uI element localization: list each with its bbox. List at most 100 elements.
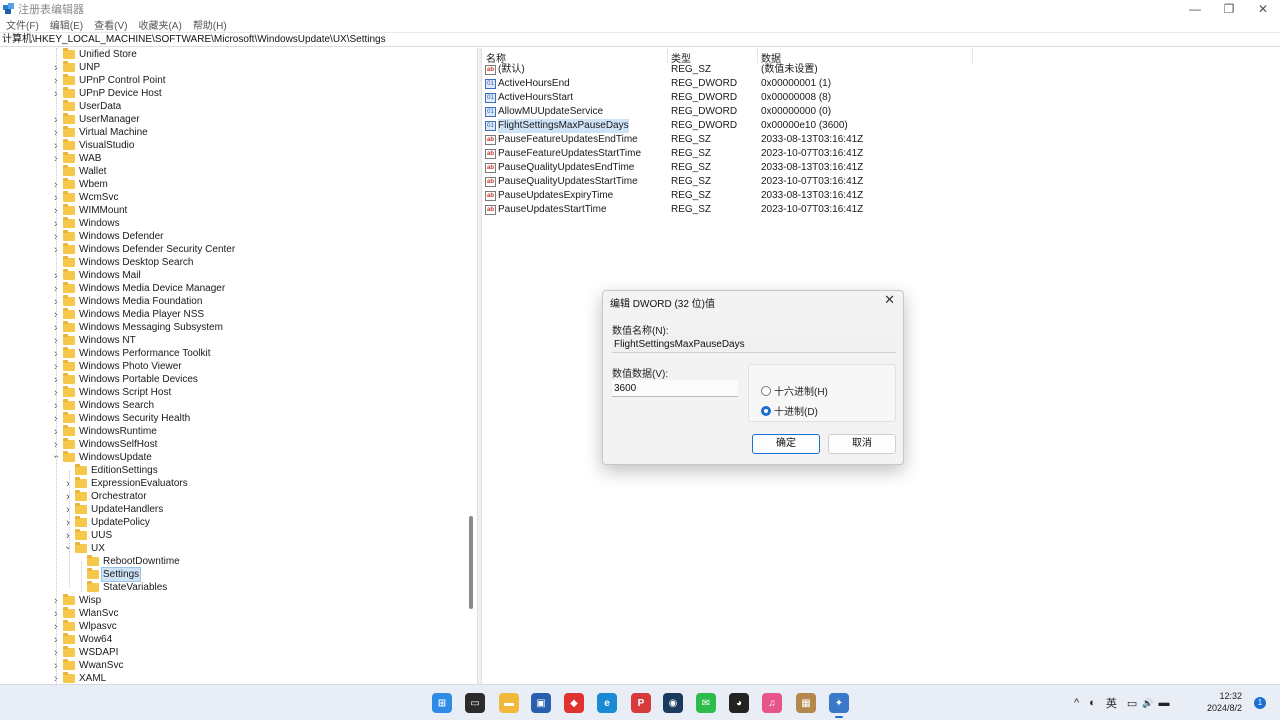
tree-item[interactable]: Windows Desktop Search xyxy=(52,256,195,269)
tree-item[interactable]: › UNP xyxy=(52,61,101,74)
tree-item-label[interactable]: StateVariables xyxy=(102,581,168,594)
app-red-diamond-icon[interactable]: ◆ xyxy=(564,693,584,713)
tree-item-label[interactable]: UUS xyxy=(90,529,113,542)
tree-item[interactable]: Settings xyxy=(76,567,142,582)
value-name[interactable]: PauseFeatureUpdatesEndTime xyxy=(498,133,638,147)
tree-item[interactable]: › Windows Defender xyxy=(52,230,164,243)
tree-item[interactable]: › Virtual Machine xyxy=(52,126,149,139)
address-bar[interactable]: 计算机\HKEY_LOCAL_MACHINE\SOFTWARE\Microsof… xyxy=(0,32,1280,47)
tree-item[interactable]: ⌄ WindowsUpdate xyxy=(52,450,153,464)
tree-item-label[interactable]: Unified Store xyxy=(78,48,138,61)
tree-item-label[interactable]: Windows Media Foundation xyxy=(78,295,203,308)
tree-item-label[interactable]: XAML xyxy=(78,672,107,684)
tree-item[interactable]: StateVariables xyxy=(76,581,168,594)
tree-item[interactable]: ⌄ UX xyxy=(64,541,106,555)
value-name[interactable]: ActiveHoursStart xyxy=(498,91,573,105)
input-language-indicator[interactable]: 英 xyxy=(1106,695,1117,711)
menu-help[interactable]: 帮助(H) xyxy=(193,17,227,32)
music-app-icon[interactable]: ♫ xyxy=(762,693,782,713)
value-row[interactable]: ab PauseQualityUpdatesStartTime REG_SZ 2023… xyxy=(482,175,1280,189)
menu-view[interactable]: 查看(V) xyxy=(94,17,127,32)
chevron-right-icon[interactable]: › xyxy=(64,517,72,528)
tree-item[interactable]: › Wbem xyxy=(52,178,109,191)
tree-item[interactable]: › Wisp xyxy=(52,594,102,607)
tree-item-label[interactable]: WAB xyxy=(78,152,102,165)
tree-item[interactable]: › Windows NT xyxy=(52,334,137,347)
tree-item-label[interactable]: Windows Mail xyxy=(78,269,142,282)
value-name[interactable]: PauseFeatureUpdatesStartTime xyxy=(498,147,641,161)
steam-icon[interactable]: ◉ xyxy=(663,693,683,713)
qq-icon[interactable]: ◕ xyxy=(729,693,749,713)
value-row[interactable]: 01 ActiveHoursEnd REG_DWORD 0x00000001 (1) xyxy=(482,77,1280,91)
value-row[interactable]: ab PauseFeatureUpdatesStartTime REG_SZ 2023… xyxy=(482,147,1280,161)
tree-item-label[interactable]: WcmSvc xyxy=(78,191,119,204)
tree-item-label[interactable]: UpdateHandlers xyxy=(90,503,164,516)
tree-item-label[interactable]: Windows xyxy=(78,217,121,230)
tree-item-label[interactable]: EditionSettings xyxy=(90,464,159,477)
tree-item-label[interactable]: Windows Defender Security Center xyxy=(78,243,236,256)
value-row[interactable]: ab PauseUpdatesStartTime REG_SZ 2023-10-07T… xyxy=(482,203,1280,217)
tree-item[interactable]: Unified Store xyxy=(52,48,138,61)
tree-item-label[interactable]: UPnP Device Host xyxy=(78,87,163,100)
tree-item-label[interactable]: Wlpasvc xyxy=(78,620,118,633)
value-row[interactable]: 01 ActiveHoursStart REG_DWORD 0x00000008 (8… xyxy=(482,91,1280,105)
menu-edit[interactable]: 编辑(E) xyxy=(50,17,83,32)
chevron-right-icon[interactable]: › xyxy=(64,504,72,515)
chevron-right-icon[interactable]: › xyxy=(64,478,72,489)
value-row[interactable]: ab (默认) REG_SZ (数值未设置) xyxy=(482,63,1280,77)
tree-item-label[interactable]: Windows Performance Toolkit xyxy=(78,347,212,360)
cancel-button[interactable]: 取消 xyxy=(828,434,896,454)
tree-item[interactable]: › Windows Performance Toolkit xyxy=(52,347,212,360)
tree-item[interactable]: › Windows Portable Devices xyxy=(52,373,199,386)
tree-item-label[interactable]: UserData xyxy=(78,100,122,113)
dialog-close-button[interactable]: ✕ xyxy=(884,292,895,308)
value-data-input[interactable]: 3600 xyxy=(612,380,738,397)
package-icon[interactable]: ▦ xyxy=(796,693,816,713)
value-row[interactable]: ab PauseQualityUpdatesEndTime REG_SZ 2033-0… xyxy=(482,161,1280,175)
tree-item[interactable]: › Windows Messaging Subsystem xyxy=(52,321,224,334)
tree-item-label[interactable]: Windows Photo Viewer xyxy=(78,360,183,373)
wechat-icon[interactable]: ✉ xyxy=(696,693,716,713)
tree-item-label[interactable]: WindowsSelfHost xyxy=(78,438,158,451)
network-icon[interactable]: ▭ xyxy=(1127,697,1137,710)
tree-item[interactable]: › WSDAPI xyxy=(52,646,119,659)
value-name[interactable]: ActiveHoursEnd xyxy=(498,77,570,91)
tree-item-label[interactable]: Orchestrator xyxy=(90,490,148,503)
tree-item-label[interactable]: Windows Portable Devices xyxy=(78,373,199,386)
chevron-right-icon[interactable]: › xyxy=(64,530,72,541)
chevron-down-icon[interactable]: ⌄ xyxy=(64,541,72,553)
tree-item-label[interactable]: Windows Search xyxy=(78,399,155,412)
value-name[interactable]: AllowMUUpdateService xyxy=(498,105,603,119)
tree-item-label[interactable]: VisualStudio xyxy=(78,139,135,152)
tree-item-label[interactable]: Settings xyxy=(100,567,142,582)
tree-item[interactable]: › Windows xyxy=(52,217,121,230)
value-name[interactable]: (默认) xyxy=(498,63,525,77)
column-divider[interactable] xyxy=(667,48,668,63)
tree-scrollbar[interactable] xyxy=(465,48,477,684)
tree-item-label[interactable]: WindowsRuntime xyxy=(78,425,158,438)
value-row[interactable]: ab PauseFeatureUpdatesEndTime REG_SZ 2033-0… xyxy=(482,133,1280,147)
tree-item[interactable]: › WAB xyxy=(52,152,102,165)
hex-radio-option[interactable]: 十六进制(H) xyxy=(761,383,828,398)
tree-item[interactable]: UserData xyxy=(52,100,122,113)
tree-item-label[interactable]: UserManager xyxy=(78,113,141,126)
menu-favorites[interactable]: 收藏夹(A) xyxy=(138,17,181,32)
ok-button[interactable]: 确定 xyxy=(752,434,820,454)
tree-item-label[interactable]: Wisp xyxy=(78,594,102,607)
tree-item[interactable]: › Windows Photo Viewer xyxy=(52,360,183,373)
tree-item-label[interactable]: Windows NT xyxy=(78,334,137,347)
tree-item-label[interactable]: Wallet xyxy=(78,165,107,178)
tree-item[interactable]: › WwanSvc xyxy=(52,659,124,672)
tree-item[interactable]: › Windows Search xyxy=(52,399,155,412)
tree-item-label[interactable]: Windows Media Device Manager xyxy=(78,282,226,295)
edge-icon[interactable]: e xyxy=(597,693,617,713)
notification-badge[interactable]: 1 xyxy=(1254,697,1266,709)
tree-item[interactable]: › Orchestrator xyxy=(64,490,148,503)
tree-item[interactable]: EditionSettings xyxy=(64,464,159,477)
store-icon[interactable]: ▣ xyxy=(531,693,551,713)
tree-item-label[interactable]: Virtual Machine xyxy=(78,126,149,139)
tree-item[interactable]: › Windows Defender Security Center xyxy=(52,243,236,256)
clock[interactable]: 12:32 2024/8/2 xyxy=(1207,690,1242,714)
tree-item-label[interactable]: ExpressionEvaluators xyxy=(90,477,189,490)
value-name[interactable]: FlightSettingsMaxPauseDays xyxy=(498,119,629,133)
